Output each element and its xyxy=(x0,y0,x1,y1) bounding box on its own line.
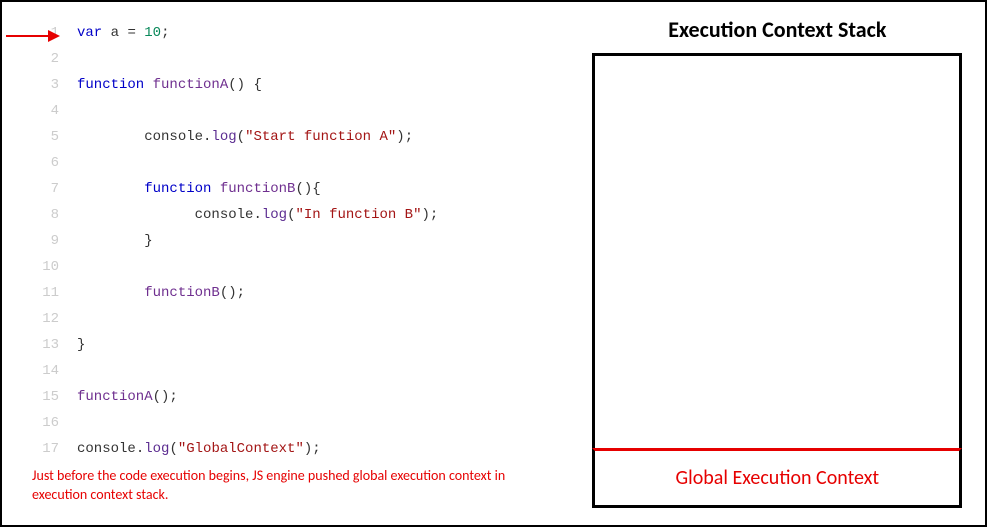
line-number: 4 xyxy=(2,98,77,124)
line-number: 8 xyxy=(2,202,77,228)
line-content: } xyxy=(77,228,153,254)
line-number: 15 xyxy=(2,384,77,410)
code-line: 2 xyxy=(2,46,570,72)
line-content: function functionB(){ xyxy=(77,176,321,202)
line-content: console.log("In function B"); xyxy=(77,202,438,228)
line-number: 17 xyxy=(2,436,77,462)
line-number: 11 xyxy=(2,280,77,306)
code-line: 16 xyxy=(2,410,570,436)
stack-panel: Execution Context Stack Global Execution… xyxy=(570,2,985,525)
line-content: console.log("GlobalContext"); xyxy=(77,436,321,462)
line-number: 3 xyxy=(2,72,77,98)
code-block: 1var a = 10;23function functionA() {45 c… xyxy=(2,10,570,472)
code-line: 5 console.log("Start function A"); xyxy=(2,124,570,150)
line-number: 5 xyxy=(2,124,77,150)
stack-item-global: Global Execution Context xyxy=(592,448,962,508)
line-content: functionB(); xyxy=(77,280,245,306)
code-line: 4 xyxy=(2,98,570,124)
line-number: 14 xyxy=(2,358,77,384)
line-number: 13 xyxy=(2,332,77,358)
code-line: 10 xyxy=(2,254,570,280)
code-line: 11 functionB(); xyxy=(2,280,570,306)
line-number: 12 xyxy=(2,306,77,332)
line-content: functionA(); xyxy=(77,384,178,410)
line-content: } xyxy=(77,332,85,358)
code-line: 13} xyxy=(2,332,570,358)
line-number: 16 xyxy=(2,410,77,436)
stack-box: Global Execution Context xyxy=(592,53,962,508)
code-line: 1var a = 10; xyxy=(2,20,570,46)
line-number: 2 xyxy=(2,46,77,72)
code-line: 6 xyxy=(2,150,570,176)
code-line: 12 xyxy=(2,306,570,332)
code-line: 7 function functionB(){ xyxy=(2,176,570,202)
code-line: 17console.log("GlobalContext"); xyxy=(2,436,570,462)
code-panel: 1var a = 10;23function functionA() {45 c… xyxy=(2,2,570,525)
line-number: 7 xyxy=(2,176,77,202)
line-content: var a = 10; xyxy=(77,20,169,46)
code-line: 15functionA(); xyxy=(2,384,570,410)
current-line-arrow-icon xyxy=(6,30,60,42)
line-content: console.log("Start function A"); xyxy=(77,124,413,150)
stack-title: Execution Context Stack xyxy=(570,16,985,43)
line-number: 6 xyxy=(2,150,77,176)
caption-text: Just before the code execution begins, J… xyxy=(32,467,552,505)
code-line: 14 xyxy=(2,358,570,384)
code-line: 3function functionA() { xyxy=(2,72,570,98)
line-content: function functionA() { xyxy=(77,72,262,98)
code-line: 9 } xyxy=(2,228,570,254)
code-line: 8 console.log("In function B"); xyxy=(2,202,570,228)
line-number: 9 xyxy=(2,228,77,254)
line-number: 10 xyxy=(2,254,77,280)
